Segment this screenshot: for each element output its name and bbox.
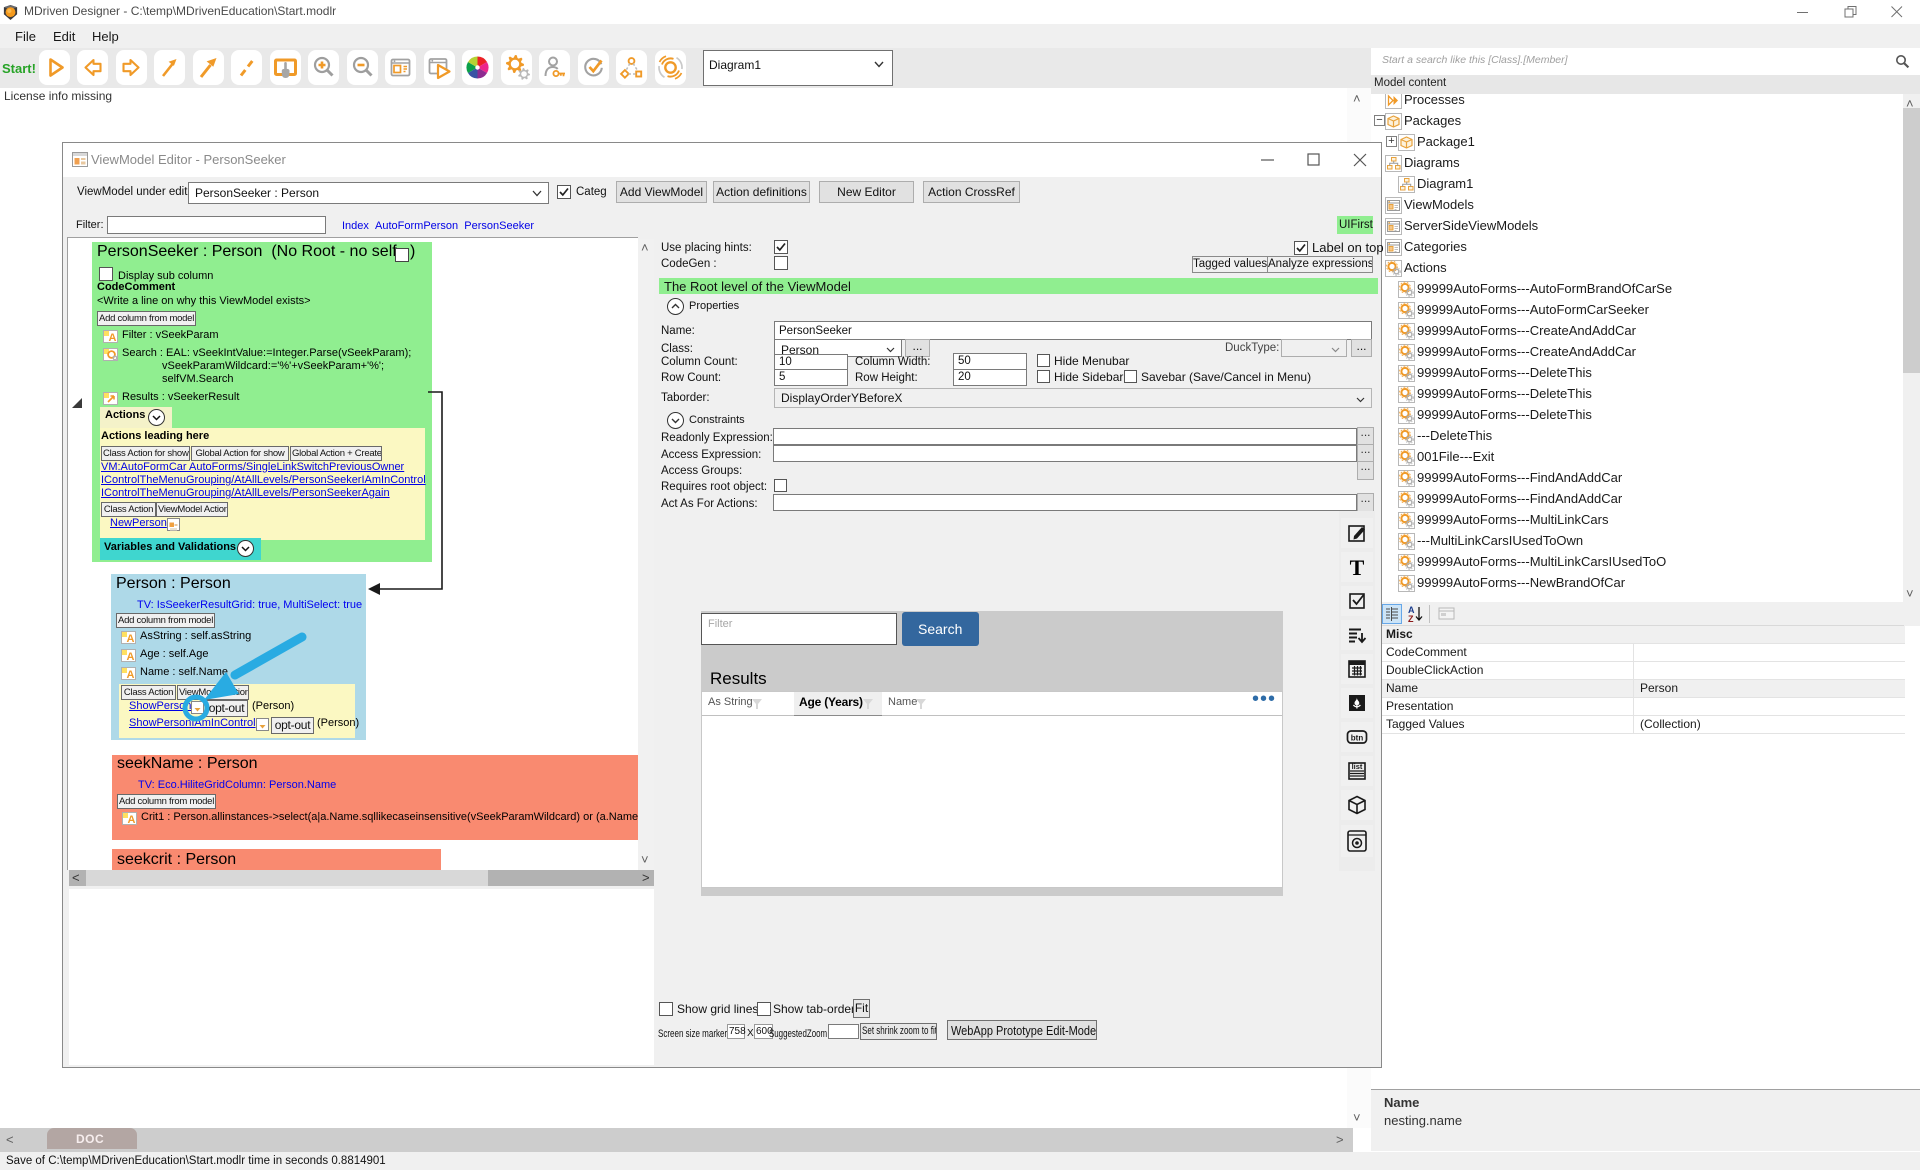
svg-text:Z: Z [1408,614,1414,624]
svg-text:list: list [1352,762,1363,771]
svg-text:btn: btn [1351,734,1364,743]
svg-text:T: T [1350,555,1365,580]
